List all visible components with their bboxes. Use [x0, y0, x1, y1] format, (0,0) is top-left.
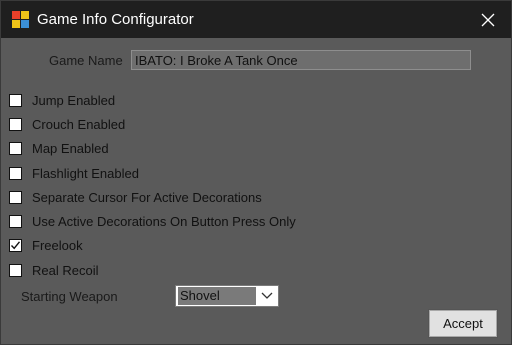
checkbox-label: Map Enabled [32, 140, 109, 156]
checkbox-active-decorations-button-press[interactable]: Use Active Decorations On Button Press O… [9, 212, 296, 230]
window-title: Game Info Configurator [37, 11, 194, 28]
checkbox-label: Jump Enabled [32, 92, 116, 108]
checkbox-label: Use Active Decorations On Button Press O… [32, 213, 296, 229]
checkbox-real-recoil[interactable]: Real Recoil [9, 261, 98, 279]
checkbox-flashlight-enabled[interactable]: Flashlight Enabled [9, 164, 139, 182]
checkbox-separate-cursor[interactable]: Separate Cursor For Active Decorations [9, 188, 262, 206]
game-name-input[interactable] [131, 50, 471, 70]
checkbox-jump-enabled[interactable]: Jump Enabled [9, 91, 115, 109]
starting-weapon-value: Shovel [178, 287, 256, 305]
checkbox-box[interactable] [9, 190, 22, 204]
form-area: Game Name Jump Enabled Crouch Enabled Ma… [1, 38, 511, 344]
checkbox-box[interactable] [9, 214, 22, 228]
checkbox-box[interactable] [9, 117, 22, 131]
checkbox-freelook[interactable]: Freelook [9, 236, 83, 254]
close-icon [481, 13, 495, 26]
checkbox-map-enabled[interactable]: Map Enabled [9, 139, 109, 157]
chevron-down-icon [261, 292, 273, 299]
checkbox-box[interactable] [9, 238, 22, 252]
starting-weapon-select[interactable]: Shovel [175, 285, 279, 307]
accept-button[interactable]: Accept [428, 309, 498, 338]
configurator-window: Game Info Configurator Game Name Jump En… [0, 0, 512, 345]
app-icon [12, 11, 29, 28]
checkbox-label: Freelook [32, 237, 83, 253]
starting-weapon-label: Starting Weapon [21, 289, 118, 304]
checkbox-label: Crouch Enabled [32, 116, 126, 132]
checkbox-crouch-enabled[interactable]: Crouch Enabled [9, 115, 125, 133]
checkbox-box[interactable] [9, 141, 22, 155]
game-name-label: Game Name [49, 53, 123, 68]
checkbox-label: Separate Cursor For Active Decorations [32, 189, 262, 205]
title-bar: Game Info Configurator [1, 1, 511, 38]
checkbox-box[interactable] [9, 93, 22, 107]
checkbox-label: Real Recoil [32, 262, 99, 278]
checkbox-box[interactable] [9, 166, 22, 180]
checkmark-icon [10, 240, 21, 249]
checkbox-label: Flashlight Enabled [32, 165, 139, 181]
checkbox-box[interactable] [9, 263, 22, 277]
close-button[interactable] [465, 1, 511, 38]
